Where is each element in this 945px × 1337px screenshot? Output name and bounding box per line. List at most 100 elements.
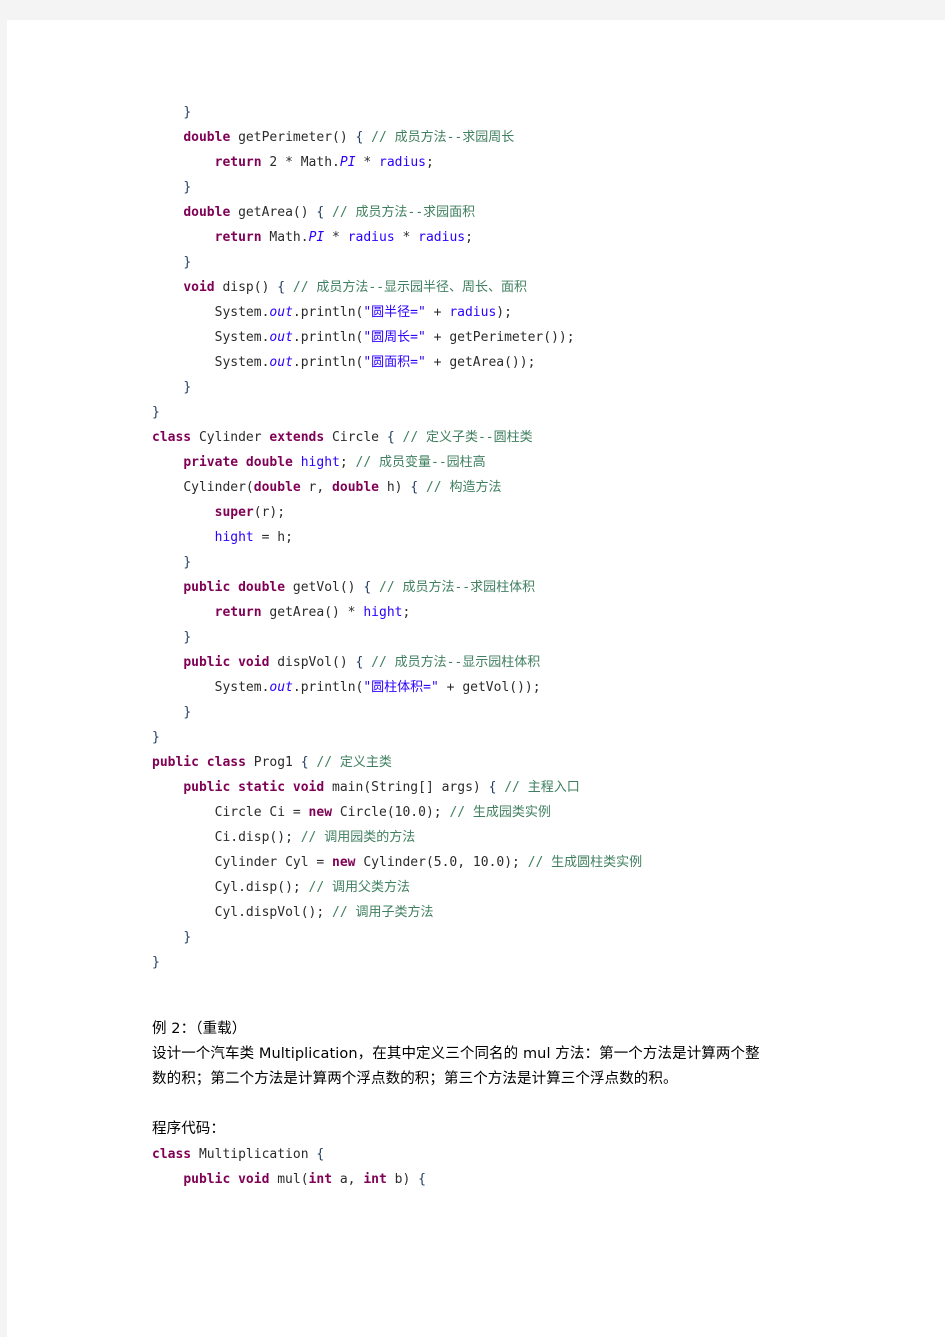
code-line: } (152, 625, 912, 650)
code-token-brc: } (183, 180, 192, 195)
code-token-pln: System. (214, 330, 270, 345)
code-token-pln: Cylinder(5.0, 10.0); (355, 855, 528, 870)
code-token-pln (371, 580, 379, 595)
code-token-pln: r, (300, 480, 333, 495)
code-token-cmt: // 定义主类 (316, 755, 392, 770)
code-token-pln: Circle(10.0); (332, 805, 450, 820)
code-token-sfld: out (269, 355, 293, 370)
code-token-pln: * (355, 155, 380, 170)
code-line: Cyl.disp(); // 调用父类方法 (152, 875, 912, 900)
code-token-brc: } (183, 255, 192, 270)
code-token-kw: double (183, 205, 231, 220)
code-line: } (152, 375, 912, 400)
code-token-sfld: out (269, 305, 293, 320)
code-line: return 2 * Math.PI * radius; (152, 150, 912, 175)
code-label: 程序代码： (152, 1121, 225, 1137)
code-token-pln (285, 280, 293, 295)
code-token-brc: } (183, 105, 192, 120)
code-token-cmt: // 成员变量--园柱高 (355, 455, 486, 470)
code-line: private double hight; // 成员变量--园柱高 (152, 450, 912, 475)
code-token-brc: { (386, 430, 395, 445)
code-line: } (152, 950, 912, 975)
java-code-block-circle-cylinder: } double getPerimeter() { // 成员方法--求园周长 … (152, 100, 912, 975)
code-token-pln: getArea() (230, 205, 317, 220)
code-line: Cylinder(double r, double h) { // 构造方法 (152, 475, 912, 500)
java-code-block-multiplication: class Multiplication { public void mul(i… (152, 1142, 912, 1192)
code-line: } (152, 925, 912, 950)
code-token-kw: public static void (183, 780, 325, 795)
code-line: } (152, 550, 912, 575)
code-token-pln (418, 480, 426, 495)
code-line: System.out.println("圆半径=" + radius); (152, 300, 912, 325)
prose-spacer (152, 1092, 912, 1117)
code-line: Circle Ci = new Circle(10.0); // 生成园类实例 (152, 800, 912, 825)
page-gutter: } double getPerimeter() { // 成员方法--求园周长 … (0, 0, 945, 1337)
code-token-sfld: PI (308, 230, 325, 245)
code-token-pln: dispVol() (269, 655, 356, 670)
description-line-2: 数的积；第二个方法是计算两个浮点数的积；第三个方法是计算三个浮点数的积。 (152, 1071, 678, 1087)
code-token-brc: { (300, 755, 309, 770)
code-line: super(r); (152, 500, 912, 525)
code-token-fld: radius (449, 305, 497, 320)
code-token-cmt: // 生成圆柱类实例 (527, 855, 643, 870)
code-token-pln: ); (496, 305, 512, 320)
code-token-kw: int (308, 1172, 333, 1187)
code-line: } (152, 700, 912, 725)
code-line: hight = h; (152, 525, 912, 550)
code-token-pln: + getArea()); (425, 355, 536, 370)
code-token-cmt: // 成员方法--求园柱体积 (379, 580, 536, 595)
code-token-pln (363, 655, 371, 670)
code-token-pln (324, 205, 332, 220)
code-token-pln: a, (332, 1172, 364, 1187)
code-token-fld: hight (300, 455, 340, 470)
code-token-pln: Prog1 (245, 755, 301, 770)
code-line: public class Prog1 { // 定义主类 (152, 750, 912, 775)
code-token-pln: Ci.disp(); (214, 830, 301, 845)
code-token-kw: super (214, 505, 254, 520)
code-token-kw: private double (183, 455, 293, 470)
code-token-brc: } (152, 730, 160, 745)
code-token-pln: h) (379, 480, 411, 495)
code-token-pln: System. (214, 680, 270, 695)
code-token-fld: radius (418, 230, 466, 245)
code-token-pln: getPerimeter() (230, 130, 356, 145)
code-token-brc: { (363, 580, 372, 595)
code-token-pln: Multiplication (191, 1147, 317, 1162)
code-token-cmt: // 主程入口 (504, 780, 580, 795)
code-token-pln: .println( (292, 330, 364, 345)
code-token-pln: mul( (269, 1172, 309, 1187)
code-token-str: "圆柱体积=" (363, 680, 439, 695)
code-token-kw: public void (183, 655, 270, 670)
code-token-pln: = h; (253, 530, 293, 545)
code-token-cmt: // 调用父类方法 (308, 880, 411, 895)
code-token-brc: } (183, 555, 192, 570)
code-line: return Math.PI * radius * radius; (152, 225, 912, 250)
code-line: } (152, 175, 912, 200)
code-token-cmt: // 生成园类实例 (449, 805, 551, 820)
code-token-kw: public class (152, 755, 246, 770)
code-token-brc: { (410, 480, 419, 495)
code-token-pln: 2 * Math. (261, 155, 340, 170)
code-line: System.out.println("圆面积=" + getArea()); (152, 350, 912, 375)
code-token-pln: getVol() (285, 580, 364, 595)
code-token-kw: public double (183, 580, 286, 595)
code-token-pln: ; (425, 155, 434, 170)
code-line: } (152, 250, 912, 275)
code-token-brc: } (152, 955, 160, 970)
code-token-kw: class (152, 430, 192, 445)
code-line: public void dispVol() { // 成员方法--显示园柱体积 (152, 650, 912, 675)
